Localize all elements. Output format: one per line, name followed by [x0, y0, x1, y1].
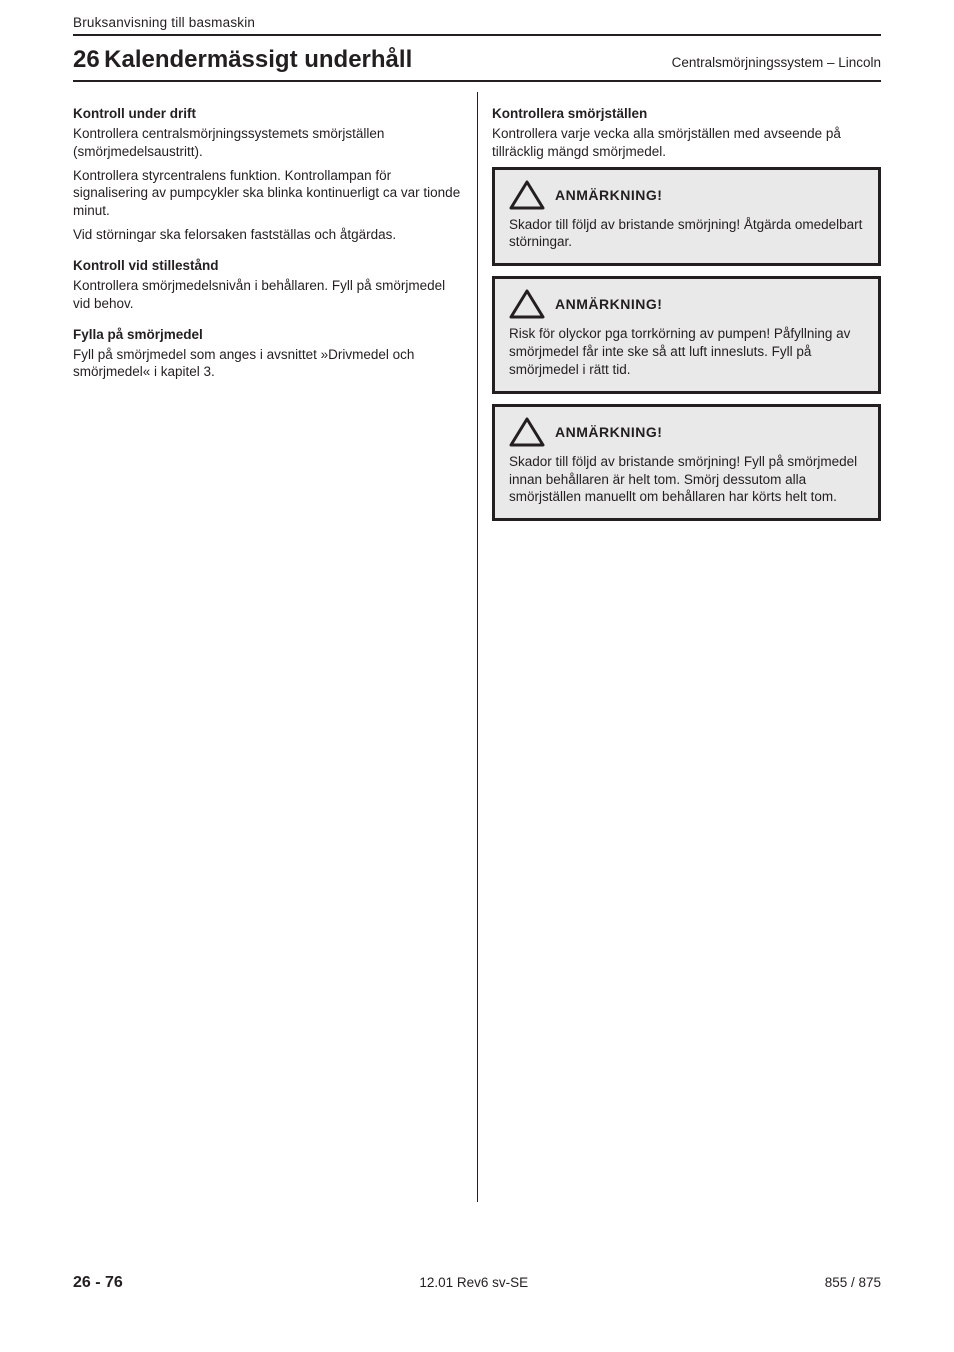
notice-label-2: ANMÄRKNING!	[555, 296, 662, 312]
notice-box-2: ANMÄRKNING! Risk för olyckor pga torrkör…	[492, 276, 881, 393]
para-left-3: Vid störningar ska felorsaken fastställa…	[73, 226, 463, 244]
heading-fylla: Fylla på smörjmedel	[73, 327, 463, 342]
notice-text-2: Risk för olyckor pga torrkörning av pump…	[509, 325, 864, 378]
notice-text-3: Skador till följd av bristande smörjning…	[509, 453, 864, 506]
footer-code: 855 / 875	[825, 1275, 881, 1290]
rule-top	[73, 34, 881, 36]
notice-label-3: ANMÄRKNING!	[555, 424, 662, 440]
section-subtitle: Centralsmörjningssystem – Lincoln	[672, 55, 881, 70]
heading-kontroll-stillestand: Kontroll vid stillestånd	[73, 258, 463, 273]
para-left-2: Kontrollera styrcentralens funktion. Kon…	[73, 167, 463, 220]
para-left-4: Kontrollera smörjmedelsnivån i behållare…	[73, 277, 463, 313]
notice-label-1: ANMÄRKNING!	[555, 187, 662, 203]
section-title: Kalendermässigt underhåll	[104, 46, 412, 73]
para-right-intro: Kontrollera varje vecka alla smörjställe…	[492, 125, 881, 161]
section-number: 26	[73, 46, 100, 73]
page-footer: 26 - 76 12.01 Rev6 sv-SE 855 / 875	[73, 1274, 881, 1292]
rule-bottom	[73, 80, 881, 82]
notice-box-3: ANMÄRKNING! Skador till följd av bristan…	[492, 404, 881, 521]
left-column: Kontroll under drift Kontrollera central…	[73, 92, 477, 1202]
warning-triangle-icon	[509, 417, 545, 447]
warning-triangle-icon	[509, 180, 545, 210]
para-left-1: Kontrollera centralsmörjningssystemets s…	[73, 125, 463, 161]
page-number: 26 - 76	[73, 1274, 123, 1292]
top-title: Bruksanvisning till basmaskin	[73, 15, 881, 30]
right-column: Kontrollera smörjställen Kontrollera var…	[477, 92, 881, 1202]
footer-note: 12.01 Rev6 sv-SE	[419, 1275, 528, 1290]
notice-box-1: ANMÄRKNING! Skador till följd av bristan…	[492, 167, 881, 267]
heading-kontroll-drift: Kontroll under drift	[73, 106, 463, 121]
notice-text-1: Skador till följd av bristande smörjning…	[509, 216, 864, 252]
para-left-5: Fyll på smörjmedel som anges i avsnittet…	[73, 346, 463, 382]
heading-kontrollera-smorjstallen: Kontrollera smörjställen	[492, 106, 881, 121]
warning-triangle-icon	[509, 289, 545, 319]
